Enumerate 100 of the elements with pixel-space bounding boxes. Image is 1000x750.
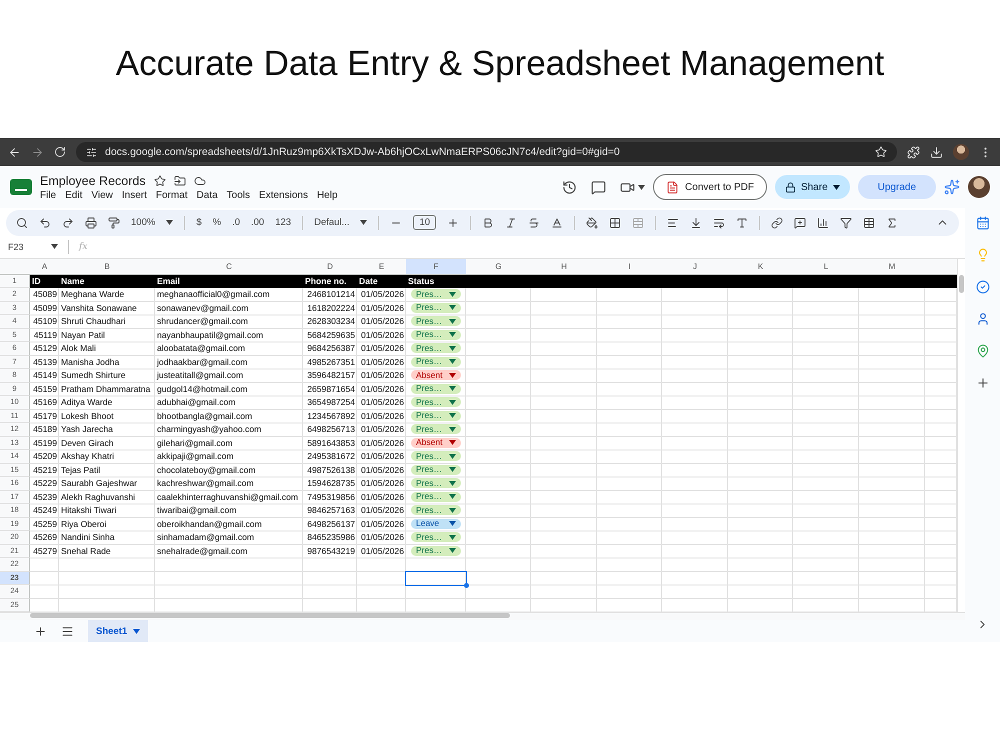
menu-item[interactable]: Data xyxy=(196,190,218,200)
number-format[interactable]: 123 xyxy=(275,217,292,228)
column-header[interactable]: B xyxy=(59,258,155,274)
increase-decimals[interactable]: .00 xyxy=(251,217,264,228)
column-header[interactable]: G xyxy=(466,258,531,274)
sparkle-icon[interactable] xyxy=(944,179,960,195)
convert-to-pdf-button[interactable]: Convert to PDF xyxy=(653,174,767,200)
status-chip[interactable]: Pres… xyxy=(411,424,461,434)
search-icon[interactable] xyxy=(16,216,28,229)
profile-avatar[interactable] xyxy=(953,144,969,160)
name-box[interactable]: F23 xyxy=(8,242,58,252)
star-icon[interactable] xyxy=(154,174,166,186)
forward-icon[interactable] xyxy=(31,146,44,158)
redo-icon[interactable] xyxy=(62,216,74,229)
column-header[interactable]: M xyxy=(859,258,925,274)
history-icon[interactable] xyxy=(562,180,578,194)
zoom-select[interactable]: 100% xyxy=(131,217,156,228)
menu-item[interactable]: View xyxy=(91,190,113,200)
share-button[interactable]: Share xyxy=(774,175,850,199)
align-left-icon[interactable] xyxy=(667,216,680,229)
status-chip[interactable]: Pres… xyxy=(411,302,461,313)
fill-color-icon[interactable] xyxy=(586,216,598,229)
sheet-tab[interactable]: Sheet1 xyxy=(88,620,148,642)
status-chip[interactable]: Absent xyxy=(411,438,461,448)
status-chip[interactable]: Pres… xyxy=(411,410,461,421)
status-chip[interactable]: Pres… xyxy=(411,478,461,488)
status-chip[interactable]: Pres… xyxy=(411,505,461,516)
move-folder-icon[interactable] xyxy=(174,174,186,186)
address-bar[interactable]: docs.google.com/spreadsheets/d/1JnRuz9mp6XkTsXDJw-Ab6hjOCxLwNmaERPS06cJN7c4/edit?gid=0#gid=0 xyxy=(76,142,897,162)
account-avatar[interactable] xyxy=(968,176,990,198)
menu-item[interactable]: Edit xyxy=(65,190,82,200)
column-header[interactable]: H xyxy=(531,258,597,274)
menu-item[interactable]: File xyxy=(40,190,56,200)
scrollbar-thumb[interactable] xyxy=(30,613,510,618)
column-header[interactable]: L xyxy=(793,258,859,274)
sigma-icon[interactable] xyxy=(886,216,898,229)
person-icon[interactable] xyxy=(976,312,990,326)
status-chip[interactable]: Pres… xyxy=(411,289,461,300)
menu-item[interactable]: Insert xyxy=(122,190,147,200)
add-icon[interactable] xyxy=(976,376,990,390)
status-chip[interactable]: Absent xyxy=(411,370,461,380)
status-chip[interactable]: Pres… xyxy=(411,464,461,475)
add-comment-icon[interactable] xyxy=(794,216,806,229)
upgrade-button[interactable]: Upgrade xyxy=(858,175,936,199)
text-rotation-icon[interactable] xyxy=(736,216,748,229)
filter-icon[interactable] xyxy=(840,216,852,229)
text-color-icon[interactable] xyxy=(551,216,564,229)
status-chip[interactable]: Pres… xyxy=(411,316,461,326)
status-chip[interactable]: Pres… xyxy=(411,384,461,394)
add-sheet-icon[interactable] xyxy=(34,624,47,638)
column-header[interactable]: I xyxy=(597,258,662,274)
percent-format[interactable]: % xyxy=(212,217,222,228)
vertical-align-icon[interactable] xyxy=(690,216,702,229)
status-chip[interactable]: Pres… xyxy=(411,532,461,542)
reload-icon[interactable] xyxy=(54,146,66,158)
undo-icon[interactable] xyxy=(39,216,51,229)
currency-format[interactable]: $ xyxy=(196,217,202,228)
column-header[interactable]: D xyxy=(303,258,357,274)
plus-icon[interactable] xyxy=(447,216,460,229)
text-wrap-icon[interactable] xyxy=(713,216,726,229)
column-header[interactable]: A xyxy=(30,258,59,274)
comment-icon[interactable] xyxy=(591,180,606,194)
link-icon[interactable] xyxy=(771,216,784,229)
calendar-icon[interactable] xyxy=(976,216,990,230)
italic-icon[interactable] xyxy=(505,216,518,229)
bold-icon[interactable] xyxy=(482,216,494,229)
chart-icon[interactable] xyxy=(817,216,830,229)
sheets-logo-icon[interactable] xyxy=(10,179,32,195)
back-icon[interactable] xyxy=(8,146,21,158)
column-header[interactable]: K xyxy=(728,258,793,274)
all-sheets-icon[interactable] xyxy=(61,624,74,638)
status-chip[interactable]: Pres… xyxy=(411,492,461,502)
column-header[interactable]: J xyxy=(662,258,728,274)
check-circle-icon[interactable] xyxy=(976,280,990,294)
status-chip[interactable]: Leave xyxy=(411,518,461,529)
selected-cell[interactable] xyxy=(405,570,467,586)
font-size-field[interactable]: 10 xyxy=(413,215,436,230)
status-chip[interactable]: Pres… xyxy=(411,397,461,408)
menu-item[interactable]: Tools xyxy=(226,190,250,200)
print-icon[interactable] xyxy=(85,216,97,229)
status-chip[interactable]: Pres… xyxy=(411,451,461,462)
menu-item[interactable]: Format xyxy=(156,190,188,200)
column-header[interactable]: C xyxy=(155,258,303,274)
cloud-icon[interactable] xyxy=(194,174,206,186)
scrollbar-thumb[interactable] xyxy=(959,274,964,293)
status-chip[interactable]: Pres… xyxy=(411,356,461,367)
merge-cells-icon[interactable] xyxy=(632,216,644,229)
strikethrough-icon[interactable] xyxy=(528,216,540,229)
download-icon[interactable] xyxy=(930,146,943,158)
status-chip[interactable]: Pres… xyxy=(411,546,461,556)
status-chip[interactable]: Pres… xyxy=(411,343,461,354)
site-settings-icon[interactable] xyxy=(86,146,97,158)
paint-format-icon[interactable] xyxy=(108,216,120,229)
bookmark-star-icon[interactable] xyxy=(875,146,887,158)
table-icon[interactable] xyxy=(863,216,876,229)
column-header[interactable]: E xyxy=(357,258,406,274)
decrease-decimals[interactable]: .0 xyxy=(232,217,240,228)
borders-icon[interactable] xyxy=(609,216,622,229)
map-pin-icon[interactable] xyxy=(976,344,990,358)
menu-item[interactable]: Extensions xyxy=(259,190,308,200)
